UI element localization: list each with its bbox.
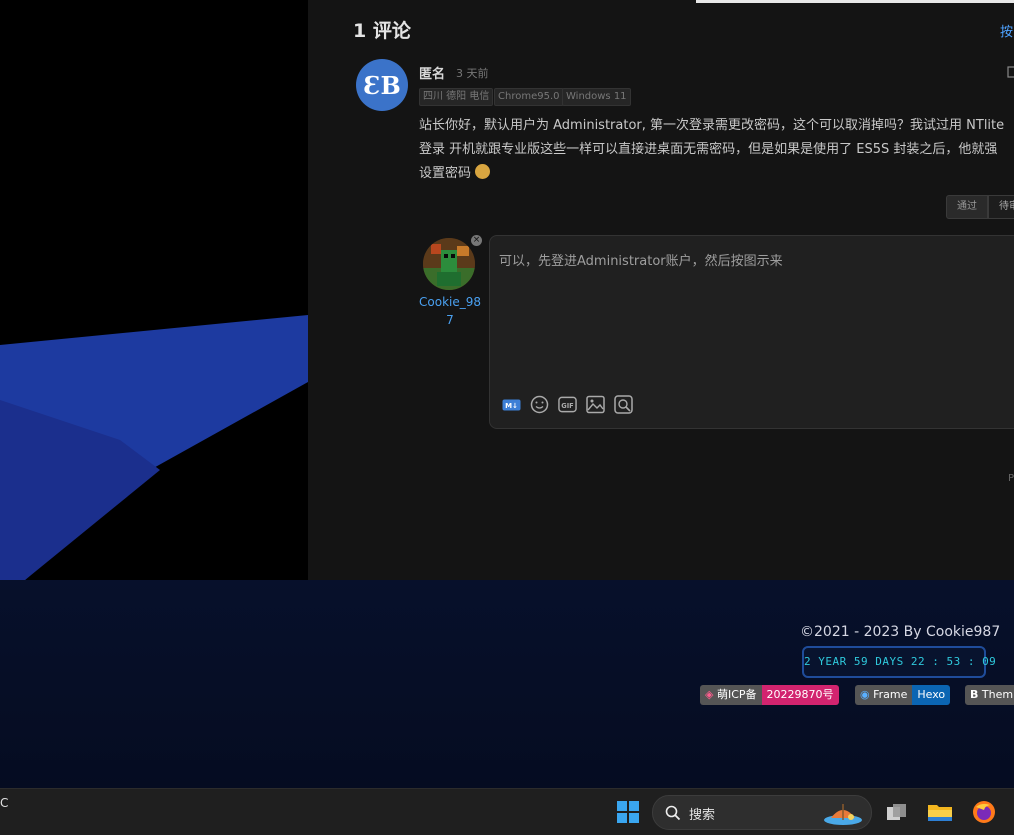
comment-text-line: 设置密码 bbox=[419, 162, 1014, 186]
icp-badge[interactable]: ◈ 萌ICP备 20229870号 bbox=[700, 685, 839, 705]
minecraft-avatar-icon bbox=[423, 238, 475, 290]
os-tag: Windows 11 bbox=[562, 88, 631, 106]
icp-badge-value: 20229870号 bbox=[761, 685, 839, 705]
theme-badge-label: B Them bbox=[965, 685, 1014, 705]
preview-icon[interactable] bbox=[614, 395, 633, 414]
reply-avatar bbox=[423, 238, 475, 290]
icp-badge-label: ◈ 萌ICP备 bbox=[700, 685, 762, 705]
svg-text:GIF: GIF bbox=[561, 402, 573, 410]
close-icon[interactable]: × bbox=[471, 235, 482, 246]
emoji-icon[interactable] bbox=[530, 395, 549, 414]
theme-badge[interactable]: B Them bbox=[965, 685, 1014, 705]
powered-by-mark: P bbox=[1008, 473, 1014, 484]
search-label: 搜索 bbox=[689, 808, 716, 823]
globe-icon: ◉ bbox=[860, 688, 870, 701]
comment-count-title: 1 评论 bbox=[353, 20, 411, 42]
file-explorer-icon[interactable] bbox=[927, 801, 953, 823]
butterfly-icon: B bbox=[970, 688, 979, 701]
taskbar-search[interactable]: 搜索 bbox=[652, 795, 872, 830]
svg-text:ƐB: ƐB bbox=[363, 71, 401, 100]
taskbar-left-text: C bbox=[0, 796, 9, 810]
comment-text-line: 登录 开机就跟专业版这些一样可以直接进桌面无需密码，但是如果是使用了 ES5S … bbox=[419, 142, 998, 157]
frame-badge[interactable]: ◉ Frame Hexo bbox=[855, 685, 951, 705]
copyright-text: ©2021 - 2023 By Cookie987 bbox=[800, 624, 1001, 640]
comment-time: 3 天前 bbox=[456, 67, 489, 80]
gif-icon[interactable]: GIF bbox=[558, 395, 577, 414]
comment-text-line-3: 设置密码 bbox=[419, 166, 472, 181]
location-tag: 四川 德阳 电信 bbox=[419, 88, 494, 106]
pending-button[interactable]: 待审 bbox=[988, 195, 1014, 219]
windows-taskbar: C 搜索 bbox=[0, 788, 1014, 835]
svg-text:M↓: M↓ bbox=[505, 402, 518, 410]
firefox-icon[interactable] bbox=[972, 800, 996, 824]
sort-link[interactable]: 按 bbox=[1000, 21, 1013, 40]
background-shapes bbox=[0, 315, 308, 580]
comment-body: 站长你好，默认用户为 Administrator, 第一次登录需更改密码，这个可… bbox=[419, 114, 1014, 186]
markdown-icon[interactable]: M↓ bbox=[502, 395, 521, 414]
search-icon bbox=[665, 805, 681, 821]
frame-badge-label: ◉ Frame bbox=[855, 685, 913, 705]
image-icon[interactable] bbox=[586, 395, 605, 414]
butterfly-logo-icon: ƐB bbox=[363, 71, 401, 100]
site-footer: ©2021 - 2023 By Cookie987 2 YEAR 59 DAYS… bbox=[0, 580, 1014, 788]
shield-icon: ◈ bbox=[705, 688, 714, 701]
reply-username-link[interactable]: Cookie_987 bbox=[418, 293, 482, 329]
browser-tag: Chrome95.0 bbox=[494, 88, 564, 106]
search-highlight-icon bbox=[824, 804, 862, 825]
comment-editor: 可以，先登进Administrator账户，然后按图示来 M↓ GIF bbox=[489, 235, 1014, 429]
moderation-buttons: 通过 待审 bbox=[946, 195, 1014, 219]
approve-button[interactable]: 通过 bbox=[946, 195, 988, 219]
face-emoji-icon bbox=[475, 164, 491, 179]
avatar: ƐB bbox=[356, 59, 408, 111]
comment-author: 匿名 bbox=[419, 67, 446, 82]
editor-toolbar: M↓ GIF bbox=[502, 395, 633, 414]
comment-text-line: 站长你好，默认用户为 Administrator, 第一次登录需更改密码，这个可… bbox=[419, 118, 1005, 133]
comment-textarea[interactable]: 可以，先登进Administrator账户，然后按图示来 bbox=[499, 250, 999, 269]
task-view-icon[interactable] bbox=[886, 802, 908, 824]
runtime-counter: 2 YEAR 59 DAYS 22 : 53 : 09 bbox=[802, 646, 996, 678]
frame-badge-value: Hexo bbox=[912, 685, 951, 705]
background-decoration bbox=[0, 0, 308, 580]
comment-panel: 1 评论 按 ƐB 匿名 3 天前 四川 德阳 电信 Chrome95.0 Wi… bbox=[308, 0, 1014, 580]
windows-start-icon[interactable] bbox=[617, 801, 639, 823]
top-progress-bar bbox=[696, 0, 1014, 3]
edit-icon[interactable] bbox=[1007, 66, 1014, 78]
